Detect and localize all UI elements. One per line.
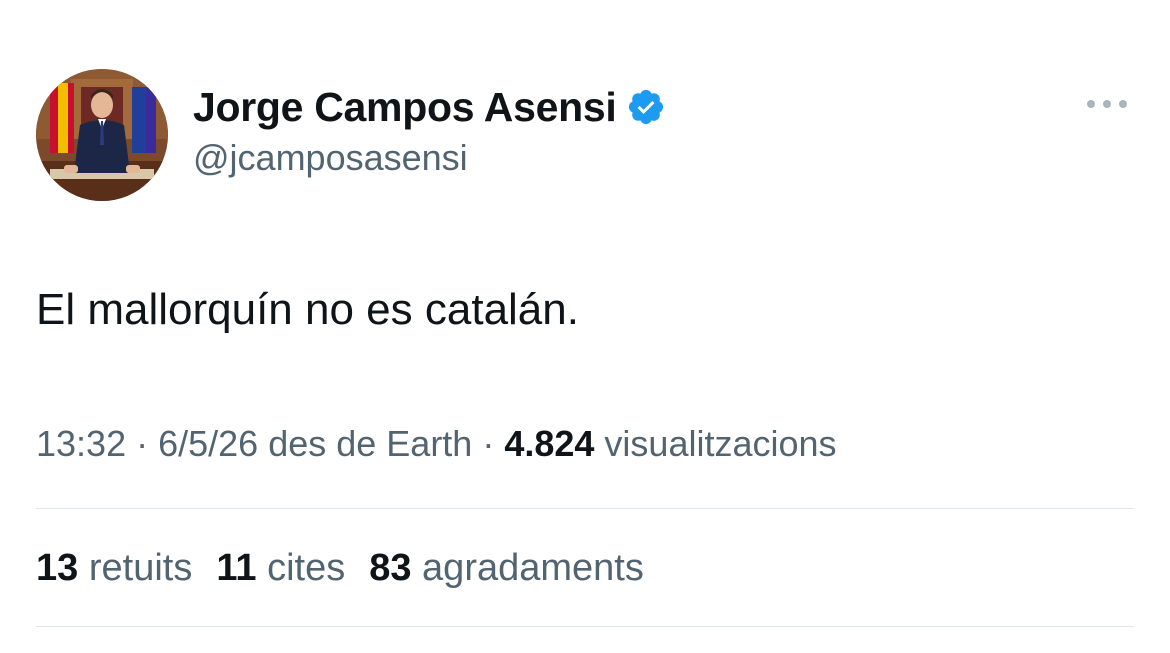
meta-separator: · [472, 423, 505, 464]
stat-quotes[interactable]: 11 cites [216, 547, 345, 590]
author-handle[interactable]: @jcamposasensi [193, 137, 468, 179]
divider [36, 508, 1134, 509]
tweet-stats: 13 retuits 11 cites 83 agradaments [36, 547, 668, 590]
author-display-name[interactable]: Jorge Campos Asensi [193, 84, 617, 131]
verified-badge-icon[interactable] [626, 87, 666, 127]
more-options-icon[interactable] [1083, 90, 1131, 118]
stat-likes[interactable]: 83 agradaments [369, 547, 644, 590]
stat-count: 11 [216, 547, 257, 589]
divider [36, 626, 1134, 627]
tweet-source: des de Earth [258, 423, 473, 464]
stat-count: 83 [369, 547, 412, 589]
stat-count: 13 [36, 547, 79, 589]
stat-retweets[interactable]: 13 retuits [36, 547, 192, 590]
tweet-meta: 13:32 · 6/5/26 des de Earth · 4.824 visu… [36, 423, 837, 465]
tweet-time[interactable]: 13:32 [36, 423, 126, 464]
stat-label: cites [267, 547, 346, 589]
meta-separator: · [126, 423, 159, 464]
stat-label: agradaments [422, 547, 644, 589]
tweet-text: El mallorquín no es catalán. [36, 285, 579, 334]
stat-label: retuits [88, 547, 193, 589]
tweet-date[interactable]: 6/5/26 [158, 423, 258, 464]
views-label[interactable]: visualitzacions [594, 423, 836, 464]
views-count[interactable]: 4.824 [504, 423, 594, 464]
avatar[interactable] [36, 69, 168, 201]
author-name-row: Jorge Campos Asensi [193, 80, 666, 134]
avatar-photo [36, 69, 168, 201]
